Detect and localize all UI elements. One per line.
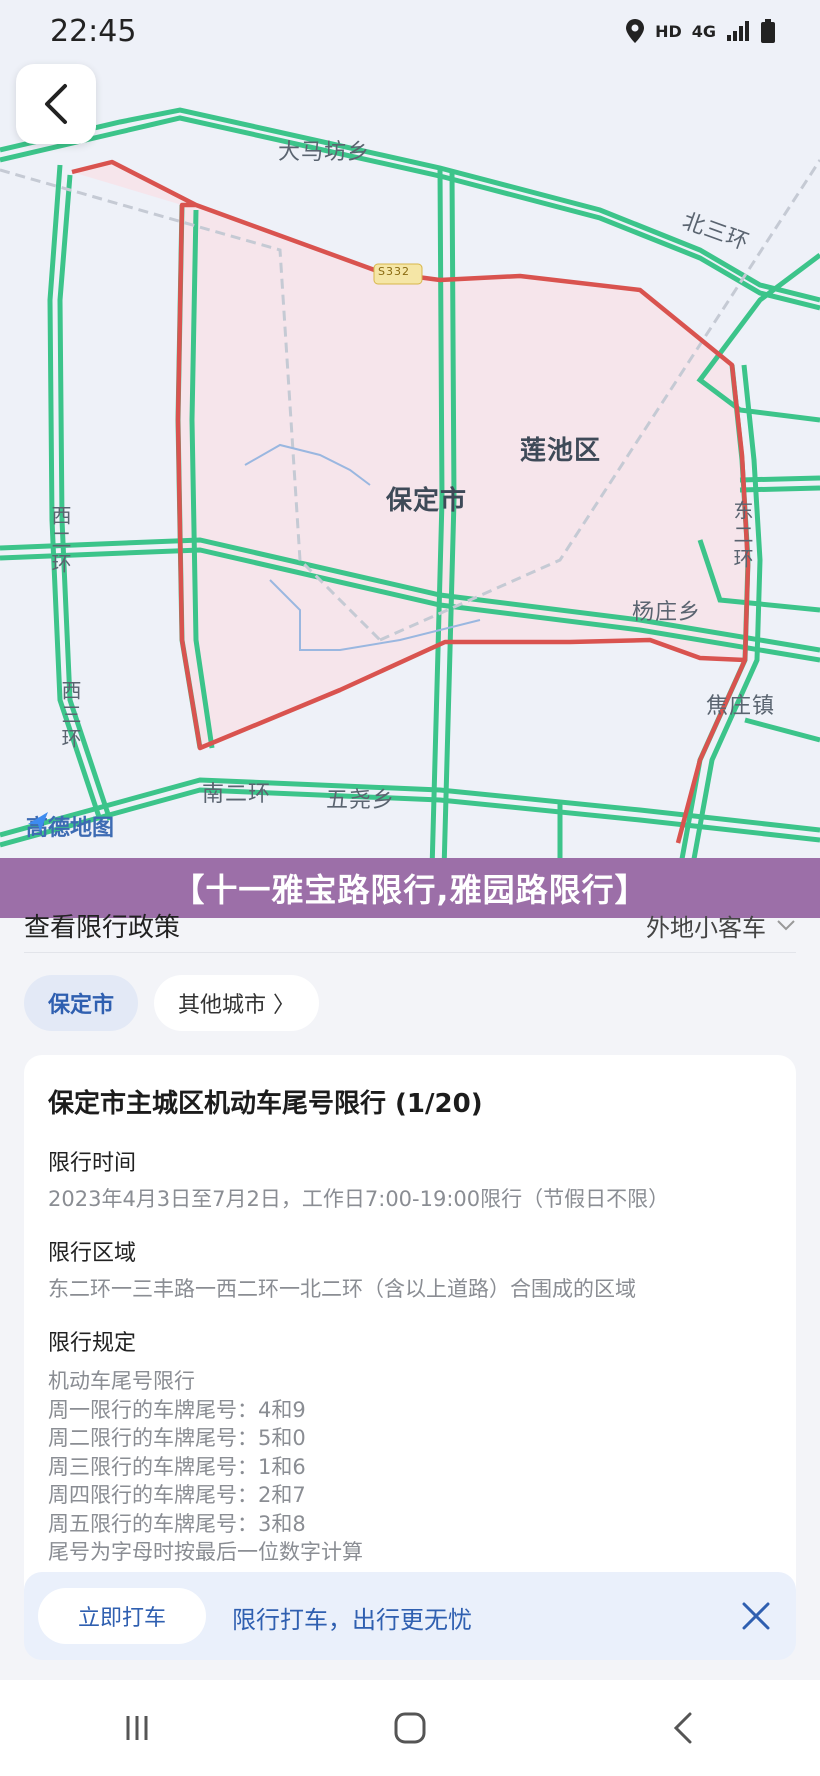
rule-line: 尾号为字母时按最后一位数字计算 xyxy=(48,1540,363,1564)
rule-line: 周五限行的车牌尾号：3和8 xyxy=(48,1511,306,1536)
policy-header: 查看限行政策 外地小客车 xyxy=(24,905,796,945)
vehicle-type-selector[interactable]: 外地小客车 xyxy=(646,908,796,943)
hail-taxi-button[interactable]: 立即打车 xyxy=(38,1588,206,1644)
policy-title: 查看限行政策 xyxy=(24,912,181,943)
map-label-wuyao: 五尧乡 xyxy=(326,788,396,813)
map-label-west-ring-3: 西三环 xyxy=(58,680,82,752)
area-value: 东二环一三丰路一西二环一北二环（含以上道路）合围成的区域 xyxy=(48,1277,636,1301)
status-icons: HD 4G xyxy=(625,18,776,44)
city-chips: 保定市 其他城市 〉 xyxy=(24,975,320,1031)
map-label-jiaozhuang: 焦庄镇 xyxy=(706,694,776,719)
back-arrow-icon xyxy=(674,1712,692,1744)
location-icon xyxy=(626,19,645,43)
map-view[interactable]: 大马坊乡 北三环 莲池区 保定市 杨庄乡 焦庄镇 东二环 西二环 西三环 南二环… xyxy=(0,0,820,870)
amap-logo: 高德地图 xyxy=(26,810,114,842)
rule-list: 机动车尾号限行 周一限行的车牌尾号：4和9 周二限行的车牌尾号：5和0 周三限行… xyxy=(48,1367,363,1567)
map-label-lianchi: 莲池区 xyxy=(520,436,602,466)
rule-line: 周三限行的车牌尾号：1和6 xyxy=(48,1454,306,1479)
map-canvas xyxy=(0,107,820,870)
status-time: 22:45 xyxy=(50,14,137,49)
map-label-east-ring: 东二环 xyxy=(730,500,754,572)
rule-line: 周一限行的车牌尾号：4和9 xyxy=(48,1397,306,1422)
close-icon xyxy=(742,1602,770,1630)
time-label: 限行时间 xyxy=(48,1151,137,1176)
chevron-down-icon xyxy=(777,920,795,931)
home-button[interactable] xyxy=(380,1698,440,1758)
battery-icon xyxy=(761,19,775,43)
taxi-promo-text: 限行打车，出行更无忧 xyxy=(232,1606,472,1634)
map-label-damafang: 大马坊乡 xyxy=(278,140,371,165)
taxi-promo-bar: 立即打车 限行打车，出行更无忧 xyxy=(24,1572,796,1660)
home-icon xyxy=(394,1712,426,1744)
road-badge: S332 xyxy=(378,265,410,278)
recent-apps-icon xyxy=(126,1716,148,1740)
card-title: 保定市主城区机动车尾号限行 (1/20) xyxy=(48,1089,483,1119)
chevron-left-icon xyxy=(45,84,67,124)
map-label-baoding: 保定市 xyxy=(386,486,468,516)
hd-indicator: HD xyxy=(655,21,682,41)
nav-back-button[interactable] xyxy=(653,1698,713,1758)
time-value: 2023年4月3日至7月2日，工作日7:00-19:00限行（节假日不限） xyxy=(48,1187,670,1211)
close-promo-button[interactable] xyxy=(736,1596,776,1636)
vehicle-type-label: 外地小客车 xyxy=(646,913,766,942)
system-nav-bar xyxy=(0,1680,820,1776)
map-label-south-ring: 南二环 xyxy=(202,782,272,807)
rule-label: 限行规定 xyxy=(48,1331,137,1356)
network-indicator: 4G xyxy=(691,21,716,41)
map-label-west-ring-2: 西二环 xyxy=(48,505,72,577)
rule-line: 周四限行的车牌尾号：2和7 xyxy=(48,1483,306,1507)
area-label: 限行区域 xyxy=(48,1241,137,1266)
status-bar: 22:45 HD 4G xyxy=(0,0,820,64)
back-button[interactable] xyxy=(16,64,96,144)
recent-apps-button[interactable] xyxy=(107,1698,167,1758)
restriction-card: 保定市主城区机动车尾号限行 (1/20) 限行时间 2023年4月3日至7月2日… xyxy=(24,1055,796,1655)
divider xyxy=(24,952,796,953)
map-label-yangzhuang: 杨庄乡 xyxy=(632,600,702,625)
city-chip-current[interactable]: 保定市 xyxy=(24,975,139,1031)
rule-line: 周二限行的车牌尾号：5和0 xyxy=(48,1426,306,1450)
signal-icon xyxy=(727,21,749,41)
amap-logo-icon xyxy=(28,812,48,832)
rule-line: 机动车尾号限行 xyxy=(48,1369,195,1393)
city-chip-other[interactable]: 其他城市 〉 xyxy=(154,975,320,1031)
